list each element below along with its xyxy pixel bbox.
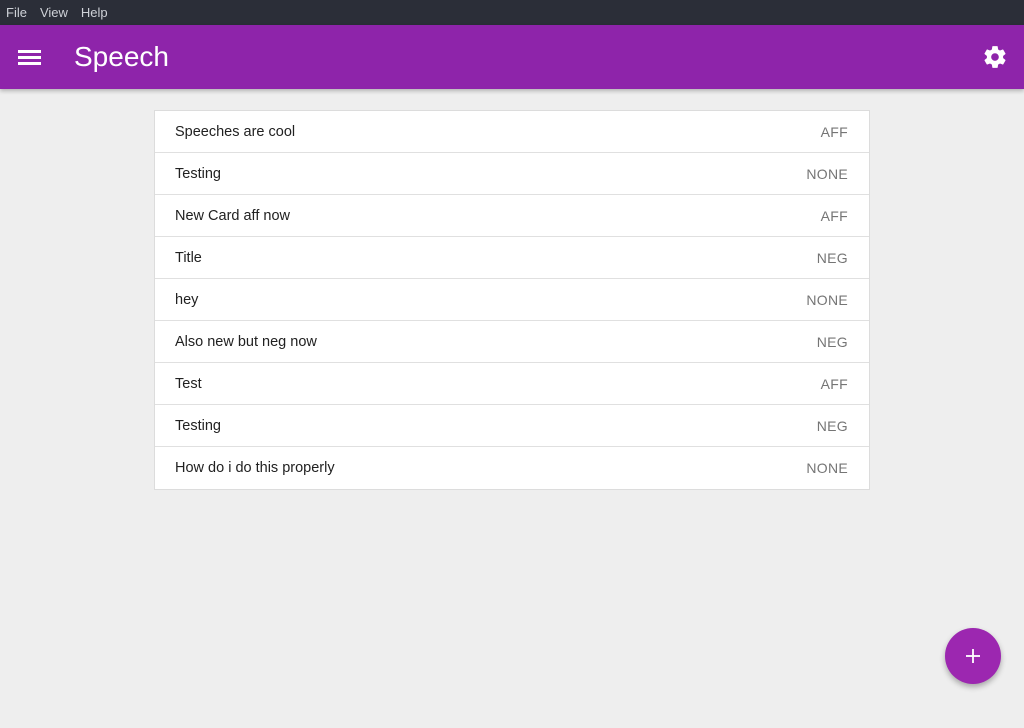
menu-bar: File View Help <box>0 0 1024 25</box>
list-item[interactable]: Speeches are cool AFF <box>155 111 869 153</box>
card-side-label: NEG <box>816 249 848 266</box>
menu-view[interactable]: View <box>40 0 68 25</box>
card-side-label: AFF <box>820 123 848 140</box>
card-side-label: NEG <box>816 333 848 350</box>
card-side-label: AFF <box>820 207 848 224</box>
card-title: Title <box>175 249 202 266</box>
card-title: Testing <box>175 165 221 182</box>
card-title: Testing <box>175 417 221 434</box>
list-item[interactable]: How do i do this properly NONE <box>155 447 869 489</box>
hamburger-menu-icon[interactable] <box>18 46 42 68</box>
menu-help[interactable]: Help <box>81 0 108 25</box>
card-title: How do i do this properly <box>175 460 335 476</box>
list-item[interactable]: Test AFF <box>155 363 869 405</box>
list-item[interactable]: Title NEG <box>155 237 869 279</box>
card-title: Also new but neg now <box>175 333 317 350</box>
plus-icon <box>966 649 980 663</box>
page-title: Speech <box>74 41 169 72</box>
card-side-label: AFF <box>820 375 848 392</box>
card-title: Speeches are cool <box>175 123 296 140</box>
card-title: hey <box>175 291 199 308</box>
card-side-label: NONE <box>806 291 848 308</box>
card-side-label: NONE <box>806 165 848 182</box>
gear-icon[interactable] <box>982 44 1008 70</box>
menu-file[interactable]: File <box>6 0 27 25</box>
list-item[interactable]: Testing NONE <box>155 153 869 195</box>
list-item[interactable]: hey NONE <box>155 279 869 321</box>
list-item[interactable]: Testing NEG <box>155 405 869 447</box>
app-bar: Speech <box>0 25 1024 89</box>
speech-card-list: Speeches are cool AFF Testing NONE New C… <box>154 110 870 490</box>
card-title: New Card aff now <box>175 207 290 224</box>
add-card-button[interactable] <box>945 628 1001 684</box>
card-side-label: NEG <box>816 417 848 434</box>
card-side-label: NONE <box>806 460 848 476</box>
list-item[interactable]: New Card aff now AFF <box>155 195 869 237</box>
list-item[interactable]: Also new but neg now NEG <box>155 321 869 363</box>
card-title: Test <box>175 375 202 392</box>
